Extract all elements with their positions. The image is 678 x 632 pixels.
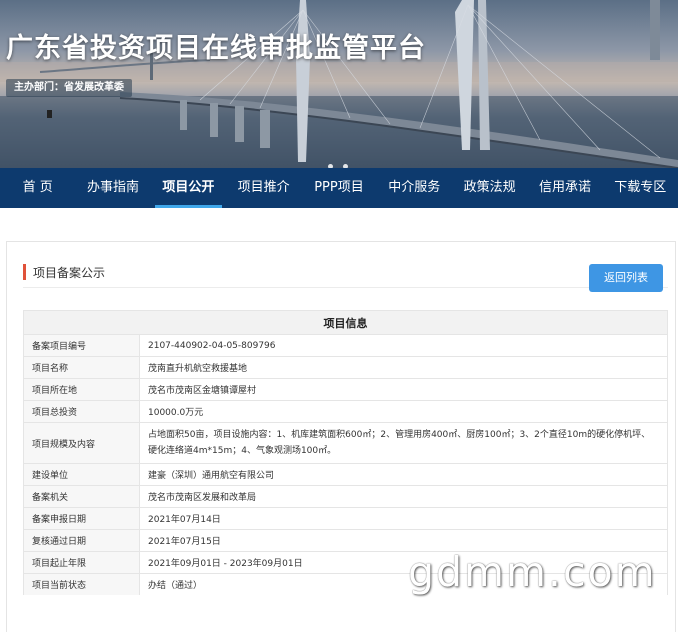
table-header: 项目信息 bbox=[23, 310, 668, 335]
nav-item-policies[interactable]: 政策法规 bbox=[452, 168, 527, 208]
table-row: 项目所在地 茂名市茂南区金塘镇谭屋村 bbox=[23, 378, 668, 401]
row-label: 项目当前状态 bbox=[23, 573, 140, 595]
row-value: 建豪（深圳）通用航空有限公司 bbox=[139, 463, 668, 486]
row-value: 茂名市茂南区金塘镇谭屋村 bbox=[139, 378, 668, 401]
row-value: 10000.0万元 bbox=[139, 400, 668, 423]
nav-item-ppp[interactable]: PPP项目 bbox=[301, 168, 376, 208]
row-value: 2107-440902-04-05-809796 bbox=[139, 334, 668, 357]
nav-item-credit-commitment[interactable]: 信用承诺 bbox=[527, 168, 602, 208]
back-to-list-button[interactable]: 返回列表 bbox=[589, 264, 663, 292]
row-value: 茂南直升机航空救援基地 bbox=[139, 356, 668, 379]
host-department-label: 主办部门：省发展改革委 bbox=[6, 79, 132, 97]
table-row: 项目名称 茂南直升机航空救援基地 bbox=[23, 356, 668, 379]
row-label: 建设单位 bbox=[23, 463, 140, 486]
table-row: 备案项目编号 2107-440902-04-05-809796 bbox=[23, 334, 668, 357]
section-header: 项目备案公示 bbox=[23, 264, 105, 280]
table-row: 备案申报日期 2021年07月14日 bbox=[23, 507, 668, 530]
row-label: 项目总投资 bbox=[23, 400, 140, 423]
main-nav: 首 页 办事指南 项目公开 项目推介 PPP项目 中介服务 政策法规 信用承诺 … bbox=[0, 168, 678, 208]
nav-item-project-promotion[interactable]: 项目推介 bbox=[226, 168, 301, 208]
row-value: 占地面积50亩，项目设施内容：1、机库建筑面积600㎡；2、管理用房400㎡、厨… bbox=[139, 422, 668, 464]
row-value: 2021年07月14日 bbox=[139, 507, 668, 530]
row-label: 项目所在地 bbox=[23, 378, 140, 401]
row-label: 备案项目编号 bbox=[23, 334, 140, 357]
nav-item-guide[interactable]: 办事指南 bbox=[75, 168, 150, 208]
nav-item-home[interactable]: 首 页 bbox=[0, 168, 75, 208]
row-label: 项目规模及内容 bbox=[23, 422, 140, 464]
watermark-text: gdmm.com bbox=[408, 548, 657, 596]
table-row: 项目规模及内容 占地面积50亩，项目设施内容：1、机库建筑面积600㎡；2、管理… bbox=[23, 422, 668, 464]
row-label: 项目起止年限 bbox=[23, 551, 140, 574]
divider bbox=[23, 287, 668, 288]
site-title: 广东省投资项目在线审批监管平台 bbox=[6, 33, 426, 64]
table-row: 备案机关 茂名市茂南区发展和改革局 bbox=[23, 485, 668, 508]
table-row: 项目总投资 10000.0万元 bbox=[23, 400, 668, 423]
row-label: 项目名称 bbox=[23, 356, 140, 379]
row-label: 复核通过日期 bbox=[23, 529, 140, 552]
section-title: 项目备案公示 bbox=[33, 265, 106, 280]
table-row: 建设单位 建豪（深圳）通用航空有限公司 bbox=[23, 463, 668, 486]
row-label: 备案申报日期 bbox=[23, 507, 140, 530]
row-label: 备案机关 bbox=[23, 485, 140, 508]
nav-item-agency-services[interactable]: 中介服务 bbox=[377, 168, 452, 208]
section-accent-bar bbox=[23, 264, 26, 280]
header-banner: 广东省投资项目在线审批监管平台 主办部门：省发展改革委 bbox=[0, 0, 678, 168]
nav-item-project-disclosure[interactable]: 项目公开 bbox=[151, 168, 226, 208]
row-value: 茂名市茂南区发展和改革局 bbox=[139, 485, 668, 508]
nav-item-downloads[interactable]: 下载专区 bbox=[603, 168, 678, 208]
